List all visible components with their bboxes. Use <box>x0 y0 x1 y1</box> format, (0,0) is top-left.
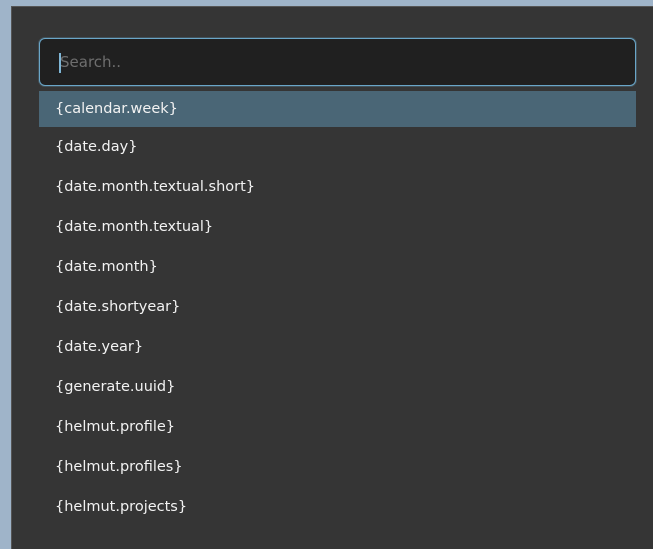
list-item-date-day[interactable]: {date.day} <box>39 127 636 167</box>
suggestion-list: {calendar.week} {date.day} {date.month.t… <box>39 91 636 527</box>
search-input[interactable] <box>40 39 635 85</box>
list-item-date-month-textual-short[interactable]: {date.month.textual.short} <box>39 167 636 207</box>
list-item-helmut-profile[interactable]: {helmut.profile} <box>39 407 636 447</box>
placeholder-picker-panel: {calendar.week} {date.day} {date.month.t… <box>11 6 653 549</box>
list-item-date-month[interactable]: {date.month} <box>39 247 636 287</box>
list-item-date-month-textual[interactable]: {date.month.textual} <box>39 207 636 247</box>
list-item-calendar-week[interactable]: {calendar.week} <box>39 91 636 127</box>
list-item-helmut-projects[interactable]: {helmut.projects} <box>39 487 636 527</box>
list-item-generate-uuid[interactable]: {generate.uuid} <box>39 367 636 407</box>
text-caret <box>59 53 61 73</box>
list-item-helmut-profiles[interactable]: {helmut.profiles} <box>39 447 636 487</box>
search-box[interactable] <box>39 38 636 86</box>
list-item-date-year[interactable]: {date.year} <box>39 327 636 367</box>
list-item-date-shortyear[interactable]: {date.shortyear} <box>39 287 636 327</box>
